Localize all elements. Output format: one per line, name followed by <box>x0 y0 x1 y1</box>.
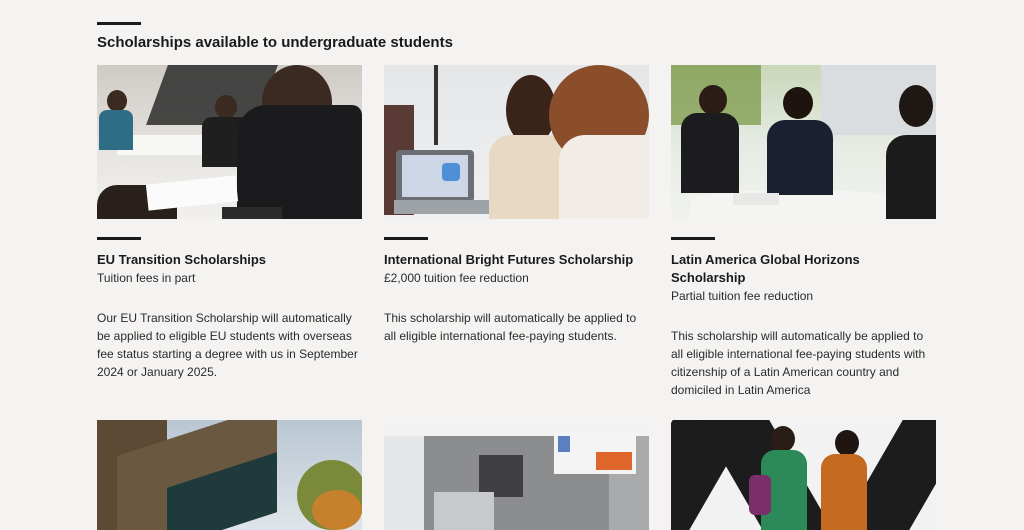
card-image-room[interactable] <box>384 420 649 530</box>
section-rule <box>97 22 141 25</box>
scholarship-card-latin-america[interactable]: Latin America Global Horizons Scholarshi… <box>671 65 936 399</box>
card-subtitle: Tuition fees in part <box>97 271 196 285</box>
card-image-students-walking[interactable] <box>671 420 936 530</box>
card-subtitle: £2,000 tuition fee reduction <box>384 271 529 285</box>
card-subtitle: Partial tuition fee reduction <box>671 289 814 303</box>
card-rule <box>384 237 428 240</box>
card-image-students-studying[interactable] <box>97 65 362 219</box>
section-title: Scholarships available to undergraduate … <box>97 34 453 51</box>
card-rule <box>97 237 141 240</box>
card-description: This scholarship will automatically be a… <box>671 329 926 397</box>
card-rule <box>671 237 715 240</box>
card-description: This scholarship will automatically be a… <box>384 311 637 343</box>
card-image-building[interactable] <box>97 420 362 530</box>
card-title[interactable]: International Bright Futures Scholarship <box>384 251 649 269</box>
card-description: Our EU Transition Scholarship will autom… <box>97 311 358 379</box>
card-image-students-talking[interactable] <box>671 65 936 219</box>
card-title[interactable]: EU Transition Scholarships <box>97 251 362 269</box>
scholarship-card-bright-futures[interactable]: International Bright Futures Scholarship… <box>384 65 649 345</box>
scholarship-card-eu-transition[interactable]: EU Transition Scholarships Tuition fees … <box>97 65 362 381</box>
card-title[interactable]: Latin America Global Horizons Scholarshi… <box>671 251 936 287</box>
card-image-students-laptop[interactable] <box>384 65 649 219</box>
